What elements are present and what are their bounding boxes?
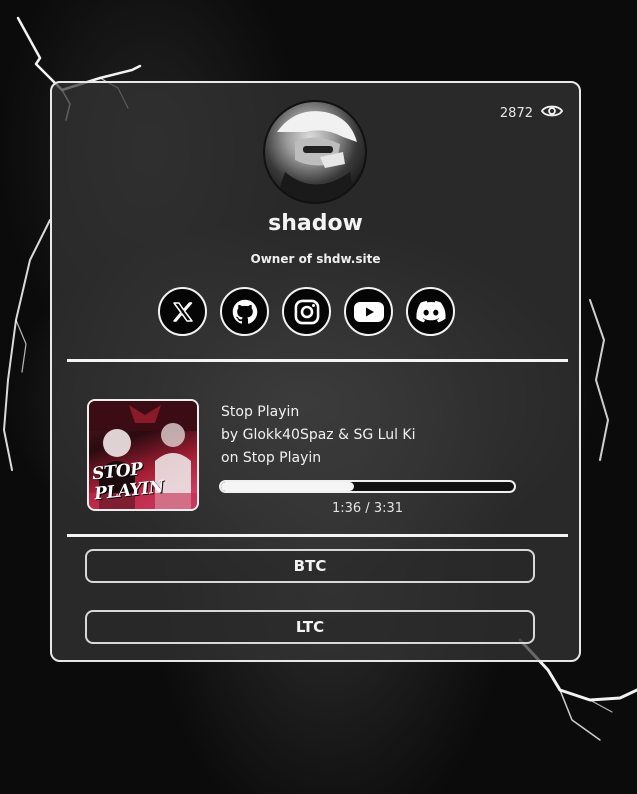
playback-progress-fill bbox=[221, 482, 355, 491]
btc-button[interactable]: BTC bbox=[85, 549, 535, 583]
bio-text: Owner of shdw.site bbox=[250, 252, 381, 266]
eye-icon bbox=[540, 103, 564, 123]
instagram-icon bbox=[294, 299, 319, 324]
profile-card: 2872 shadow Owner of shdw.site STOP PLAY… bbox=[50, 81, 581, 662]
github-icon bbox=[232, 299, 257, 324]
playback-time: 1:36 / 3:31 bbox=[331, 501, 404, 516]
view-count: 2872 bbox=[499, 105, 533, 121]
avatar bbox=[263, 100, 367, 204]
social-link-instagram[interactable] bbox=[282, 287, 331, 336]
ltc-button[interactable]: LTC bbox=[85, 610, 535, 644]
divider-top bbox=[67, 359, 568, 362]
social-links bbox=[158, 287, 455, 336]
social-link-discord[interactable] bbox=[406, 287, 455, 336]
playback-progress-bar[interactable] bbox=[219, 480, 516, 493]
social-link-youtube[interactable] bbox=[344, 287, 393, 336]
track-album: on Stop Playin bbox=[221, 450, 322, 466]
view-counter: 2872 bbox=[499, 103, 564, 123]
x-icon bbox=[172, 301, 193, 322]
track-title: Stop Playin bbox=[221, 404, 300, 420]
track-artist: by Glokk40Spaz & SG Lul Ki bbox=[221, 427, 416, 443]
youtube-icon bbox=[353, 301, 384, 322]
social-link-github[interactable] bbox=[220, 287, 269, 336]
album-cover[interactable]: STOP PLAYIN bbox=[87, 399, 199, 511]
divider-bottom bbox=[67, 534, 568, 537]
discord-icon bbox=[415, 300, 446, 322]
social-link-x[interactable] bbox=[158, 287, 207, 336]
username: shadow bbox=[268, 211, 363, 236]
track-info: Stop Playin by Glokk40Spaz & SG Lul Ki o… bbox=[221, 401, 416, 470]
